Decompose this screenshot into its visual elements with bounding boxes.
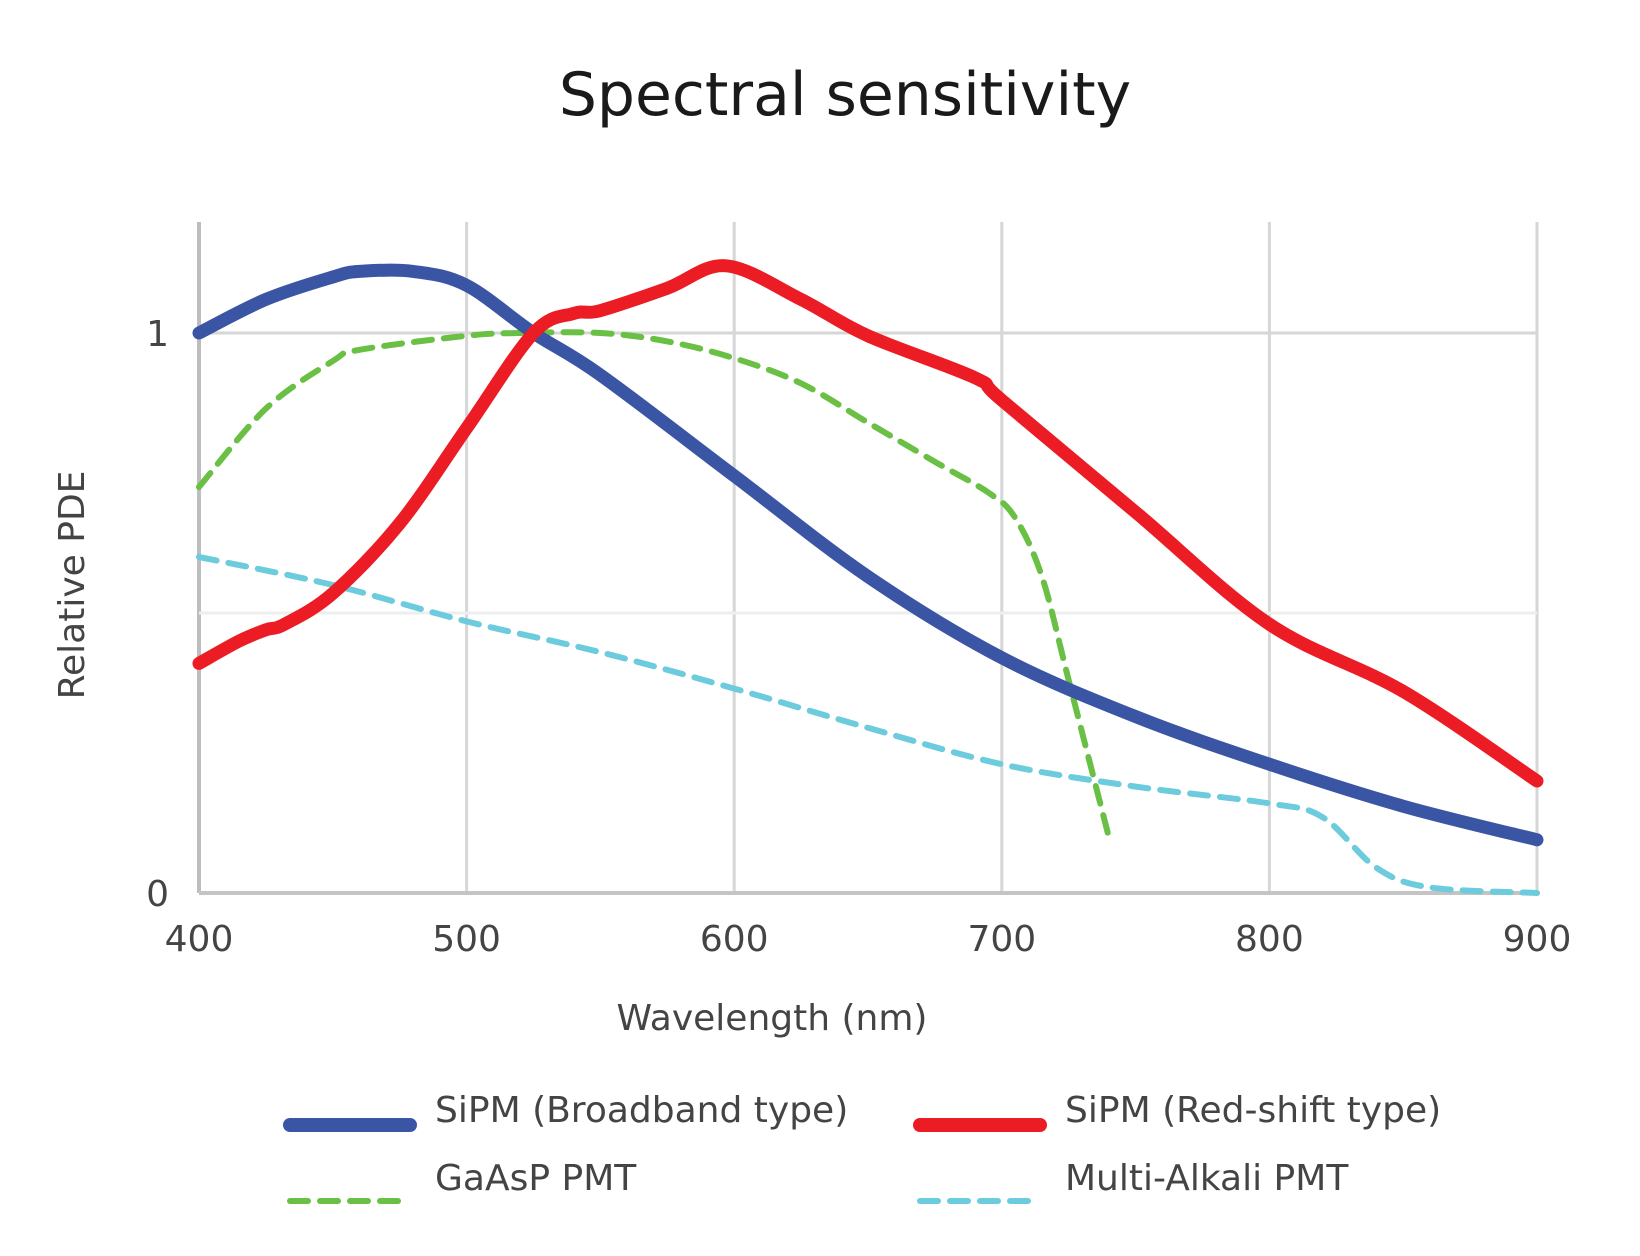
legend-item: Multi-Alkali PMT (917, 1158, 1349, 1204)
series-group (192, 259, 1544, 896)
spectral-sensitivity-chart: Spectral sensitivity 400 500 600 700 800 900 0… (52, 60, 1571, 1204)
legend-label: Multi-Alkali PMT (1065, 1158, 1349, 1199)
chart-title: Spectral sensitivity (559, 60, 1131, 130)
legend-item: SiPM (Red-shift type) (913, 1090, 1441, 1132)
tick-labels: 400 500 600 700 800 900 0 1 (146, 314, 1571, 960)
series-line-sipm-broadband-type (192, 263, 1544, 847)
x-tick-label: 800 (1235, 919, 1304, 960)
y-tick-label: 1 (146, 314, 169, 355)
y-axis-label: Relative PDE (52, 471, 93, 700)
legend-item: GaAsP PMT (287, 1158, 637, 1204)
legend-label: GaAsP PMT (435, 1158, 637, 1199)
legend-label: SiPM (Broadband type) (435, 1090, 848, 1131)
x-tick-label: 600 (700, 919, 769, 960)
legend-label: SiPM (Red-shift type) (1065, 1090, 1441, 1131)
y-tick-label: 0 (146, 874, 169, 915)
x-tick-label: 500 (432, 919, 501, 960)
x-tick-label: 400 (165, 919, 234, 960)
x-tick-label: 900 (1503, 919, 1572, 960)
legend-item: SiPM (Broadband type) (283, 1090, 848, 1132)
series-line-multi-alkali-pmt (196, 554, 1540, 896)
x-tick-label: 700 (967, 919, 1036, 960)
x-axis-label: Wavelength (nm) (617, 998, 928, 1039)
legend: SiPM (Broadband type) SiPM (Red-shift typ… (283, 1090, 1441, 1204)
